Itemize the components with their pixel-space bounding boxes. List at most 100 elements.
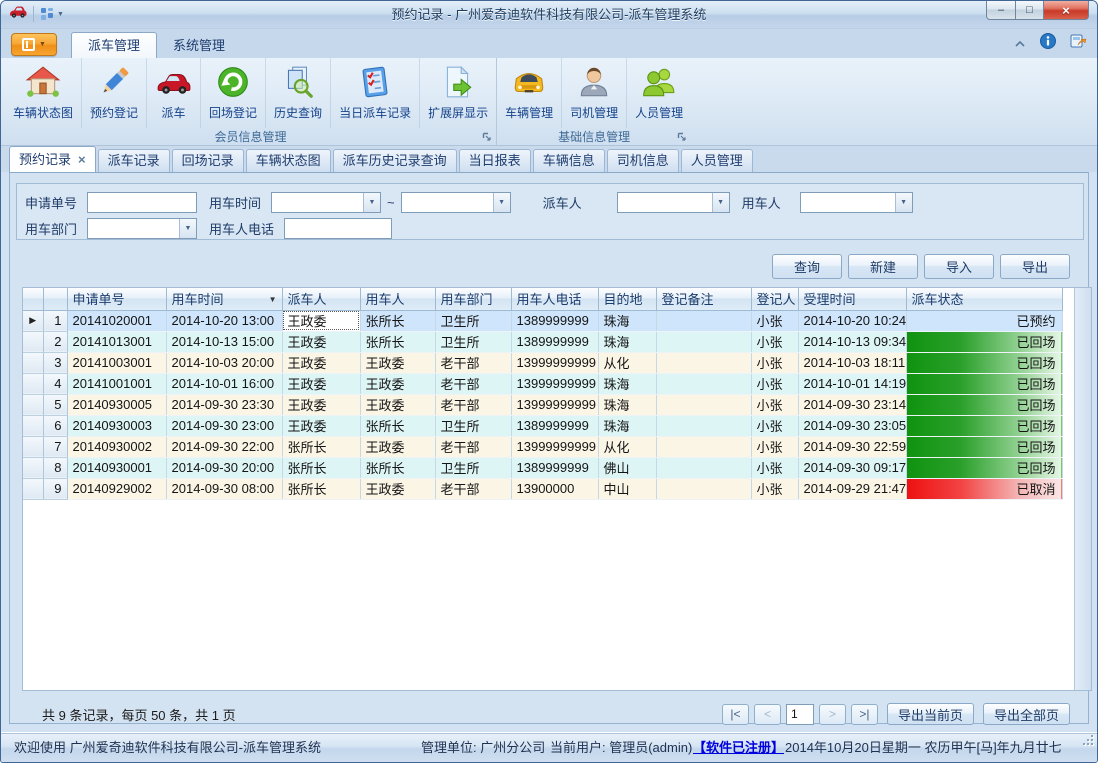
grid-cell[interactable]: 老干部	[435, 436, 511, 457]
grid-cell[interactable]: 2014-10-20 10:24	[798, 310, 906, 331]
doc-tab[interactable]: 派车历史记录查询	[333, 149, 457, 172]
grid-cell[interactable]: 2014-10-20 13:00	[166, 310, 282, 331]
row-indicator[interactable]	[23, 457, 43, 478]
tab-close-icon[interactable]: ×	[78, 153, 86, 166]
use-time-from-combo[interactable]: ▼	[271, 192, 381, 213]
last-page-button[interactable]: >|	[851, 704, 878, 725]
column-header[interactable]: 派车状态	[906, 288, 1062, 310]
grid-cell[interactable]: 从化	[598, 352, 656, 373]
grid-cell[interactable]: 2014-09-30 23:05	[798, 415, 906, 436]
column-header[interactable]: 用车人	[360, 288, 435, 310]
grid-cell[interactable]	[656, 331, 751, 352]
grid-cell[interactable]: 1389999999	[511, 310, 598, 331]
column-header[interactable]: 用车时间▼	[166, 288, 282, 310]
grid-cell[interactable]: 张所长	[360, 415, 435, 436]
dept-combo[interactable]: ▼	[87, 218, 197, 239]
grid-cell[interactable]: 珠海	[598, 373, 656, 394]
apply-no-input[interactable]	[87, 192, 197, 213]
column-header[interactable]: 申请单号	[67, 288, 166, 310]
grid-cell[interactable]: 珠海	[598, 310, 656, 331]
license-link[interactable]: 【软件已注册】	[693, 733, 784, 763]
grid-cell[interactable]: 王政委	[360, 352, 435, 373]
grid-cell[interactable]: 2014-09-30 22:59	[798, 436, 906, 457]
status-cell[interactable]: 已回场	[906, 457, 1062, 478]
doc-tab[interactable]: 派车记录	[98, 149, 170, 172]
return-register-button[interactable]: 回场登记	[200, 58, 265, 128]
status-cell[interactable]: 已回场	[906, 331, 1062, 352]
doc-tab[interactable]: 司机信息	[607, 149, 679, 172]
grid-cell[interactable]: 张所长	[360, 457, 435, 478]
first-page-button[interactable]: |<	[722, 704, 749, 725]
query-button[interactable]: 查询	[772, 254, 842, 279]
grid-cell[interactable]	[656, 310, 751, 331]
grid-cell[interactable]: 20140930003	[67, 415, 166, 436]
export-button[interactable]: 导出	[1000, 254, 1070, 279]
column-header[interactable]: 用车人电话	[511, 288, 598, 310]
status-cell[interactable]: 已取消	[906, 478, 1062, 499]
new-button[interactable]: 新建	[848, 254, 918, 279]
row-number[interactable]: 9	[43, 478, 67, 499]
next-page-button[interactable]: >	[819, 704, 846, 725]
grid-cell[interactable]: 张所长	[282, 478, 360, 499]
grid-cell[interactable]: 1389999999	[511, 331, 598, 352]
app-menu-button[interactable]: ▼	[11, 33, 57, 56]
grid-cell[interactable]: 20140930002	[67, 436, 166, 457]
grid-cell[interactable]: 小张	[751, 436, 798, 457]
grid-cell[interactable]: 2014-09-30 23:14	[798, 394, 906, 415]
status-cell[interactable]: 已回场	[906, 394, 1062, 415]
grid-cell[interactable]: 张所长	[360, 310, 435, 331]
grid-cell[interactable]: 13999999999	[511, 352, 598, 373]
minimize-button[interactable]: –	[986, 1, 1016, 20]
title-bar[interactable]: ▼ 预约记录 - 广州爱奇迪软件科技有限公司-派车管理系统 – □ ×	[1, 1, 1097, 29]
grid-cell[interactable]: 老干部	[435, 352, 511, 373]
page-number-input[interactable]: 1	[786, 704, 814, 725]
grid-cell[interactable]: 张所长	[282, 457, 360, 478]
grid-cell[interactable]: 20140929002	[67, 478, 166, 499]
car-user-combo[interactable]: ▼	[800, 192, 913, 213]
doc-tab[interactable]: 人员管理	[681, 149, 753, 172]
column-header[interactable]: 派车人	[282, 288, 360, 310]
vehicle-status-map-button[interactable]: 车辆状态图	[5, 58, 81, 128]
chevron-down-icon[interactable]: ▼	[179, 219, 196, 238]
status-cell[interactable]: 已回场	[906, 436, 1062, 457]
collapse-ribbon-icon[interactable]	[1014, 35, 1026, 53]
grid-cell[interactable]: 2014-09-29 21:47	[798, 478, 906, 499]
driver-management-button[interactable]: 司机管理	[561, 58, 626, 128]
column-header[interactable]: 目的地	[598, 288, 656, 310]
vertical-scrollbar[interactable]	[1075, 287, 1092, 691]
status-cell[interactable]: 已回场	[906, 373, 1062, 394]
row-number[interactable]: 2	[43, 331, 67, 352]
grid-cell[interactable]: 13999999999	[511, 436, 598, 457]
grid-cell[interactable]: 13999999999	[511, 394, 598, 415]
dialog-launcher-icon[interactable]	[482, 131, 492, 145]
phone-input[interactable]	[284, 218, 392, 239]
row-indicator[interactable]	[23, 478, 43, 499]
doc-tab[interactable]: 当日报表	[459, 149, 531, 172]
grid-cell[interactable]: 20141013001	[67, 331, 166, 352]
prev-page-button[interactable]: <	[754, 704, 781, 725]
grid-cell[interactable]	[656, 436, 751, 457]
row-number[interactable]: 7	[43, 436, 67, 457]
grid-cell[interactable]: 王政委	[360, 436, 435, 457]
row-indicator[interactable]	[23, 331, 43, 352]
grid-cell[interactable]: 2014-09-30 23:30	[166, 394, 282, 415]
chevron-down-icon[interactable]: ▼	[493, 193, 510, 212]
maximize-button[interactable]: □	[1016, 1, 1044, 20]
resize-grip-icon[interactable]	[1081, 733, 1093, 745]
grid-cell[interactable]: 2014-10-01 16:00	[166, 373, 282, 394]
grid-cell[interactable]: 2014-09-30 23:00	[166, 415, 282, 436]
column-header[interactable]: 用车部门	[435, 288, 511, 310]
grid-cell[interactable]: 王政委	[360, 478, 435, 499]
column-header[interactable]: 登记备注	[656, 288, 751, 310]
grid-cell[interactable]: 13999999999	[511, 373, 598, 394]
grid-cell[interactable]: 2014-09-30 08:00	[166, 478, 282, 499]
grid-cell[interactable]: 2014-09-30 22:00	[166, 436, 282, 457]
history-query-button[interactable]: 历史查询	[265, 58, 330, 128]
grid-cell[interactable]	[656, 373, 751, 394]
row-number[interactable]: 6	[43, 415, 67, 436]
grid-cell[interactable]: 老干部	[435, 373, 511, 394]
chevron-down-icon[interactable]: ▼	[712, 193, 729, 212]
import-button[interactable]: 导入	[924, 254, 994, 279]
export-current-page-button[interactable]: 导出当前页	[887, 703, 974, 725]
grid-cell[interactable]: 卫生所	[435, 331, 511, 352]
